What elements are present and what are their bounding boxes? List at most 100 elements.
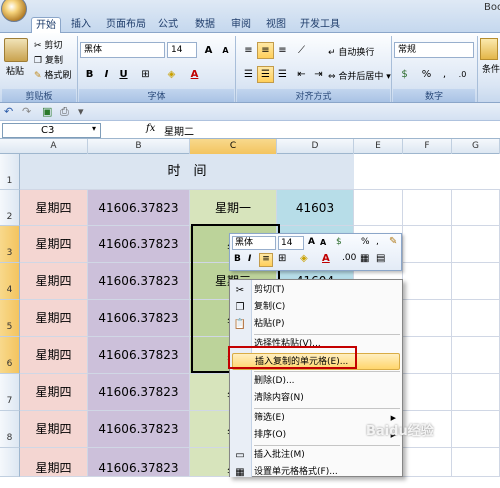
tab-page-layout[interactable]: 页面布局 (104, 17, 148, 33)
preview-icon[interactable]: ▣ (42, 105, 52, 118)
row-header-4[interactable]: 4 (0, 263, 20, 300)
mini-brush-icon[interactable]: ✎ (389, 236, 397, 247)
tab-developer[interactable]: 开发工具 (298, 17, 342, 33)
cell-b-9[interactable]: 41606.37823 (88, 448, 190, 477)
cell-b-4[interactable]: 41606.37823 (88, 263, 190, 300)
name-box[interactable]: C3 (2, 123, 101, 138)
increase-decimal-icon[interactable]: .0 (454, 66, 471, 83)
cell-a-3[interactable]: 星期四 (20, 226, 88, 263)
menu-item-6[interactable]: 删除(D)... (252, 373, 402, 390)
borders-icon[interactable]: ⊞ (137, 66, 154, 83)
mini-percent-button[interactable]: % (361, 237, 370, 247)
cell-f-5[interactable] (403, 300, 452, 337)
cell-c-2[interactable]: 星期一 (190, 190, 277, 226)
align-bottom-icon[interactable]: ≡ (274, 42, 291, 59)
cell-g-4[interactable] (452, 263, 500, 300)
wrap-text-button[interactable]: ↵ 自动换行 (328, 45, 374, 58)
conditional-format-icon[interactable] (480, 38, 498, 60)
tab-data[interactable]: 数据 (191, 17, 219, 33)
comma-button[interactable]: , (436, 66, 453, 83)
row-header-3[interactable]: 3 (0, 226, 20, 263)
cell-b-3[interactable]: 41606.37823 (88, 226, 190, 263)
fx-icon[interactable]: fx (146, 123, 155, 134)
font-color-button[interactable]: A (186, 66, 203, 83)
increase-indent-icon[interactable]: ⇥ (310, 66, 327, 83)
mini-format-icon[interactable]: ▦ (360, 253, 369, 264)
decrease-indent-icon[interactable]: ⇤ (293, 66, 310, 83)
cell-f-2[interactable] (403, 190, 452, 226)
cell-f-3[interactable] (403, 226, 452, 263)
currency-icon[interactable]: $ (396, 66, 413, 83)
copy-button[interactable]: ❐ 复制 (34, 53, 63, 66)
conditional-format-button[interactable]: 条件 (482, 62, 500, 75)
chevron-down-icon[interactable]: ▾ (92, 124, 96, 133)
tab-home[interactable]: 开始 (31, 17, 61, 34)
font-size-select[interactable]: 14 (167, 42, 197, 58)
italic-button[interactable]: I (98, 66, 115, 83)
cell-f-6[interactable] (403, 337, 452, 374)
row-header-9[interactable] (0, 448, 20, 477)
mini-italic-button[interactable]: I (248, 254, 251, 264)
row-header-5[interactable]: 5 (0, 300, 20, 337)
align-center-icon[interactable]: ☰ (257, 66, 274, 83)
cell-g-3[interactable] (452, 226, 500, 263)
mini-comma-button[interactable]: , (376, 237, 379, 247)
paste-icon[interactable] (4, 38, 28, 62)
mini-fill-color-icon[interactable]: ◈ (300, 253, 308, 264)
mini-merge-icon[interactable]: ▤ (376, 253, 385, 264)
cell-g-7[interactable] (452, 374, 500, 411)
shrink-font-button[interactable]: A (217, 42, 234, 59)
formula-content[interactable]: 星期二 (164, 123, 194, 138)
row-header-1[interactable]: 1 (0, 154, 20, 190)
align-top-icon[interactable]: ≡ (240, 42, 257, 59)
mini-decrease-decimal-icon[interactable]: .00 (342, 253, 356, 263)
paste-button[interactable]: 粘贴 (6, 64, 24, 77)
redo-icon[interactable]: ↷ (22, 105, 31, 118)
menu-item-2[interactable]: 复制(C) (252, 299, 402, 316)
mini-grow-font-icon[interactable]: A (308, 237, 315, 247)
bold-button[interactable]: B (81, 66, 98, 83)
column-header-d[interactable]: D (277, 139, 354, 154)
table-title[interactable]: 时 间 (20, 154, 354, 190)
menu-item-1[interactable]: 剪切(T) (252, 282, 402, 299)
mini-shrink-font-icon[interactable]: A (320, 238, 326, 247)
cell-b-6[interactable]: 41606.37823 (88, 337, 190, 374)
column-header-g[interactable]: G (452, 139, 500, 154)
cell-g-6[interactable] (452, 337, 500, 374)
row-header-8[interactable]: 8 (0, 411, 20, 448)
cut-button[interactable]: ✂ 剪切 (34, 38, 62, 51)
cell-f-7[interactable] (403, 374, 452, 411)
merge-center-button[interactable]: ⇔ 合并后居中 ▾ (328, 69, 391, 82)
font-name-select[interactable]: 黑体 (80, 42, 165, 58)
row-header-2[interactable]: 2 (0, 190, 20, 226)
cell-a-5[interactable]: 星期四 (20, 300, 88, 337)
mini-font-select[interactable]: 黑体 (232, 236, 276, 250)
cell-a-6[interactable]: 星期四 (20, 337, 88, 374)
cell-d-2[interactable]: 41603 (277, 190, 354, 226)
cell-b-2[interactable]: 41606.37823 (88, 190, 190, 226)
cell-g-9[interactable] (452, 448, 500, 477)
mini-currency-icon[interactable]: $ (336, 237, 342, 247)
cell-g-8[interactable] (452, 411, 500, 448)
cell-f-9[interactable] (403, 448, 452, 477)
cell-b-8[interactable]: 41606.37823 (88, 411, 190, 448)
cell-a-4[interactable]: 星期四 (20, 263, 88, 300)
undo-icon[interactable]: ↶ (4, 105, 13, 118)
menu-item-7[interactable]: 清除内容(N) (252, 390, 402, 407)
align-right-icon[interactable]: ☰ (274, 66, 291, 83)
format-painter-button[interactable]: ✎ 格式刷 (34, 68, 71, 81)
print-icon[interactable]: ⎙ (60, 105, 69, 119)
grow-font-button[interactable]: A (200, 42, 217, 59)
underline-button[interactable]: U (115, 66, 132, 83)
mini-borders-icon[interactable]: ⊞ (278, 253, 286, 264)
mini-font-color-button[interactable]: A (322, 253, 330, 264)
cell-b-5[interactable]: 41606.37823 (88, 300, 190, 337)
orientation-icon[interactable]: ⟋ (293, 42, 310, 59)
align-left-icon[interactable]: ☰ (240, 66, 257, 83)
align-middle-icon[interactable]: ≡ (257, 42, 274, 59)
cell-b-7[interactable]: 41606.37823 (88, 374, 190, 411)
menu-item-11[interactable]: 设置单元格格式(F)... (252, 464, 402, 481)
cell-e-2[interactable] (354, 190, 403, 226)
empty-cells[interactable] (354, 154, 500, 190)
menu-item-10[interactable]: 插入批注(M) (252, 447, 402, 464)
